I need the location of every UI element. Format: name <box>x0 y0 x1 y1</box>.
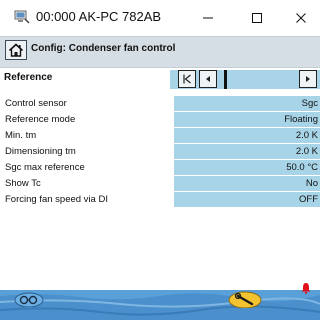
monitor-plug-icon <box>14 10 30 24</box>
minimize-icon <box>203 17 213 19</box>
next-page-icon <box>306 76 310 82</box>
home-button[interactable] <box>5 40 27 60</box>
window-title: 00:000 AK-PC 782AB <box>36 9 162 24</box>
param-value: Floating <box>284 114 318 125</box>
current-page-marker <box>224 70 227 89</box>
glasses-button[interactable] <box>14 291 44 312</box>
param-value-field[interactable]: 2.0 K <box>174 128 320 143</box>
param-row[interactable]: Control sensor Sgc <box>4 96 320 112</box>
home-icon <box>8 43 24 57</box>
param-row[interactable]: Show Tc No <box>4 176 320 192</box>
param-label: Min. tm <box>5 130 37 141</box>
previous-page-icon <box>206 76 210 82</box>
param-value-field[interactable]: No <box>174 176 320 191</box>
param-value: No <box>305 178 318 189</box>
param-value-field[interactable]: 50.0 °C <box>174 160 320 175</box>
param-row[interactable]: Reference mode Floating <box>4 112 320 128</box>
param-value-field[interactable]: Floating <box>174 112 320 127</box>
param-value: 50.0 °C <box>286 162 318 173</box>
param-label: Sgc max reference <box>5 162 85 173</box>
param-row[interactable]: Forcing fan speed via DI OFF <box>4 192 320 208</box>
footer-bar <box>0 290 320 320</box>
param-label: Dimensioning tm <box>5 146 76 157</box>
next-page-button[interactable] <box>299 70 317 88</box>
param-value-field[interactable]: 2.0 K <box>174 144 320 159</box>
glasses-icon <box>14 292 44 308</box>
param-label: Reference mode <box>5 114 76 125</box>
minimize-button[interactable] <box>198 8 218 28</box>
alarm-button[interactable] <box>300 281 312 294</box>
app-window: 00:000 AK-PC 782AB Config: Condenser fan… <box>0 0 320 320</box>
param-label: Show Tc <box>5 178 41 189</box>
close-button[interactable] <box>291 8 311 28</box>
param-value-field[interactable]: Sgc <box>174 96 320 111</box>
reference-label: Reference <box>4 72 53 83</box>
param-row[interactable]: Sgc max reference 50.0 °C <box>4 160 320 176</box>
close-icon <box>296 13 306 23</box>
param-value: Sgc <box>301 98 318 109</box>
maximize-button[interactable] <box>247 8 267 28</box>
page-title: Config: Condenser fan control <box>31 43 176 54</box>
wrench-button[interactable] <box>228 290 262 313</box>
param-label: Control sensor <box>5 98 67 109</box>
param-row[interactable]: Dimensioning tm 2.0 K <box>4 144 320 160</box>
first-page-icon <box>183 74 191 84</box>
first-page-button[interactable] <box>178 70 196 88</box>
param-value: 2.0 K <box>295 146 318 157</box>
title-bar: 00:000 AK-PC 782AB <box>0 0 320 36</box>
param-value: OFF <box>299 194 318 205</box>
param-row[interactable]: Min. tm 2.0 K <box>4 128 320 144</box>
param-value: 2.0 K <box>295 130 318 141</box>
wrench-icon <box>228 291 262 309</box>
param-value-field[interactable]: OFF <box>174 192 320 207</box>
maximize-icon <box>252 13 262 23</box>
alarm-bell-icon <box>301 283 311 294</box>
previous-page-button[interactable] <box>199 70 217 88</box>
footer-decoration <box>0 293 320 320</box>
param-label: Forcing fan speed via DI <box>5 194 108 205</box>
